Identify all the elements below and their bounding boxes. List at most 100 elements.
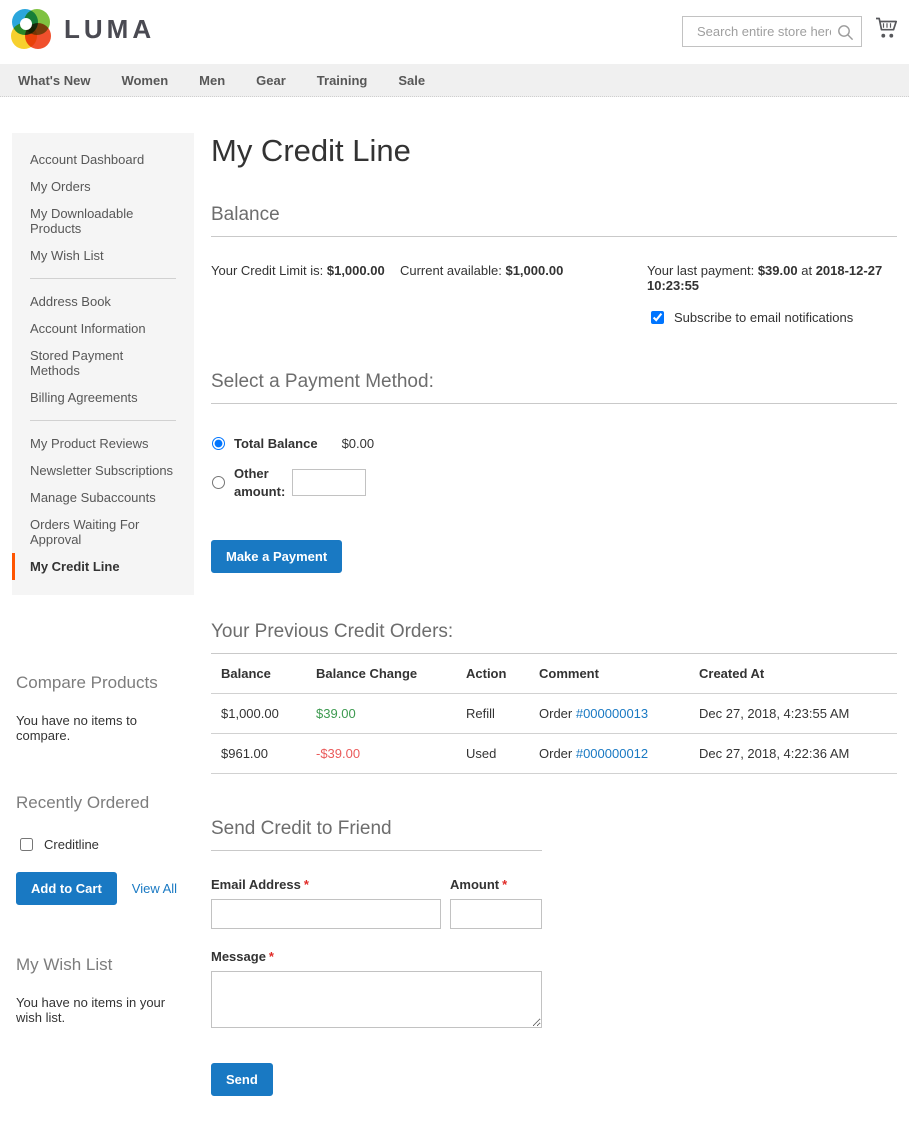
cell-comment: Order #000000012	[529, 734, 689, 774]
order-link[interactable]: #000000012	[576, 746, 648, 761]
sidebar-item-address-book[interactable]: Address Book	[12, 288, 194, 315]
account-nav: Account Dashboard My Orders My Downloada…	[12, 133, 194, 595]
cell-balance-change: -$39.00	[306, 734, 456, 774]
column-header-balance-change: Balance Change	[306, 654, 456, 694]
nav-item-women[interactable]: Women	[121, 73, 168, 88]
search-input[interactable]	[682, 16, 862, 47]
sidebar-item-my-credit-line[interactable]: My Credit Line	[12, 553, 194, 580]
other-amount-input[interactable]	[292, 469, 366, 496]
wishlist-block: My Wish List You have no items in your w…	[12, 955, 194, 1025]
sidebar-item-account-dashboard[interactable]: Account Dashboard	[12, 146, 194, 173]
cell-balance-change: $39.00	[306, 694, 456, 734]
current-available-value: $1,000.00	[505, 263, 563, 278]
cart-icon[interactable]	[874, 17, 898, 42]
sidebar-item-my-wish-list[interactable]: My Wish List	[12, 242, 194, 269]
credit-limit-value: $1,000.00	[327, 263, 385, 278]
page-header: LUMA	[0, 0, 909, 64]
table-row: $1,000.00 $39.00 Refill Order #000000013…	[211, 694, 897, 734]
other-amount-label: Other amount:	[234, 465, 291, 500]
sidebar-item-my-product-reviews[interactable]: My Product Reviews	[12, 430, 194, 457]
credit-orders-table: Balance Balance Change Action Comment Cr…	[211, 654, 897, 774]
recently-ordered-block: Recently Ordered Creditline Add to Cart …	[12, 793, 194, 905]
message-label: Message*	[211, 949, 542, 964]
recently-ordered-title: Recently Ordered	[12, 793, 194, 813]
sidebar-item-account-information[interactable]: Account Information	[12, 315, 194, 342]
main-nav: What's New Women Men Gear Training Sale	[0, 64, 909, 97]
nav-item-men[interactable]: Men	[199, 73, 225, 88]
required-marker: *	[502, 877, 507, 892]
page-content: Account Dashboard My Orders My Downloada…	[0, 97, 909, 1128]
sidebar-item-newsletter-subscriptions[interactable]: Newsletter Subscriptions	[12, 457, 194, 484]
creditline-label: Creditline	[44, 837, 99, 852]
credit-limit-info: Your Credit Limit is: $1,000.00 Current …	[211, 263, 563, 327]
previous-orders-section: Your Previous Credit Orders: Balance Bal…	[211, 621, 897, 774]
compare-products-empty-text: You have no items to compare.	[12, 713, 194, 743]
compare-products-title: Compare Products	[12, 673, 194, 693]
main-column: My Credit Line Balance Your Credit Limit…	[211, 133, 897, 1096]
order-link[interactable]: #000000013	[576, 706, 648, 721]
cell-comment: Order #000000013	[529, 694, 689, 734]
email-label: Email Address*	[211, 877, 441, 892]
current-available-label: Current available:	[400, 263, 502, 278]
sidebar-item-manage-subaccounts[interactable]: Manage Subaccounts	[12, 484, 194, 511]
sidebar-divider	[30, 420, 176, 421]
total-balance-label: Total Balance	[234, 436, 318, 451]
search-box	[682, 16, 862, 47]
table-row: $961.00 -$39.00 Used Order #000000012 De…	[211, 734, 897, 774]
balance-section-title: Balance	[211, 204, 897, 237]
column-header-balance: Balance	[211, 654, 306, 694]
sidebar-item-orders-waiting-for-approval[interactable]: Orders Waiting For Approval	[12, 511, 194, 553]
cell-balance: $1,000.00	[211, 694, 306, 734]
add-to-cart-button[interactable]: Add to Cart	[16, 872, 117, 905]
previous-orders-title: Your Previous Credit Orders:	[211, 621, 897, 654]
column-header-created-at: Created At	[689, 654, 897, 694]
cell-action: Used	[456, 734, 529, 774]
page-title: My Credit Line	[211, 133, 897, 169]
total-balance-radio[interactable]	[212, 437, 225, 450]
cell-created-at: Dec 27, 2018, 4:22:36 AM	[689, 734, 897, 774]
creditline-checkbox[interactable]	[20, 838, 33, 851]
cell-balance: $961.00	[211, 734, 306, 774]
make-payment-button[interactable]: Make a Payment	[211, 540, 342, 573]
amount-field[interactable]	[450, 899, 542, 929]
required-marker: *	[269, 949, 274, 964]
other-amount-radio[interactable]	[212, 476, 225, 489]
amount-label: Amount*	[450, 877, 542, 892]
last-payment-connector: at	[801, 263, 812, 278]
send-credit-section: Send Credit to Friend Email Address* Amo…	[211, 818, 542, 1096]
cell-action: Refill	[456, 694, 529, 734]
sidebar-item-stored-payment-methods[interactable]: Stored Payment Methods	[12, 342, 194, 384]
nav-item-whats-new[interactable]: What's New	[18, 73, 90, 88]
nav-item-gear[interactable]: Gear	[256, 73, 286, 88]
column-header-action: Action	[456, 654, 529, 694]
balance-section: Balance Your Credit Limit is: $1,000.00 …	[211, 204, 897, 327]
last-payment-label: Your last payment:	[647, 263, 754, 278]
search-icon[interactable]	[837, 24, 854, 44]
last-payment-amount: $39.00	[758, 263, 798, 278]
nav-item-sale[interactable]: Sale	[398, 73, 425, 88]
send-button[interactable]: Send	[211, 1063, 273, 1096]
sidebar: Account Dashboard My Orders My Downloada…	[12, 133, 194, 1096]
subscribe-checkbox[interactable]	[651, 311, 664, 324]
email-field[interactable]	[211, 899, 441, 929]
column-header-comment: Comment	[529, 654, 689, 694]
luma-logo-text: LUMA	[64, 14, 155, 45]
other-amount-option: Other amount:	[211, 465, 897, 500]
last-payment-info: Your last payment: $39.00 at 2018-12-27 …	[647, 263, 897, 327]
credit-limit-label: Your Credit Limit is:	[211, 263, 323, 278]
compare-products-block: Compare Products You have no items to co…	[12, 673, 194, 743]
view-all-link[interactable]: View All	[132, 881, 177, 896]
luma-logo-icon	[11, 9, 51, 49]
sidebar-item-my-downloadable-products[interactable]: My Downloadable Products	[12, 200, 194, 242]
sidebar-item-my-orders[interactable]: My Orders	[12, 173, 194, 200]
luma-logo[interactable]: LUMA	[11, 9, 155, 49]
sidebar-item-billing-agreements[interactable]: Billing Agreements	[12, 384, 194, 411]
required-marker: *	[304, 877, 309, 892]
total-balance-option: Total Balance $0.00	[211, 436, 897, 451]
table-header-row: Balance Balance Change Action Comment Cr…	[211, 654, 897, 694]
subscribe-label: Subscribe to email notifications	[674, 310, 853, 325]
cell-created-at: Dec 27, 2018, 4:23:55 AM	[689, 694, 897, 734]
payment-method-title: Select a Payment Method:	[211, 371, 897, 404]
nav-item-training[interactable]: Training	[317, 73, 368, 88]
wishlist-title: My Wish List	[12, 955, 194, 975]
